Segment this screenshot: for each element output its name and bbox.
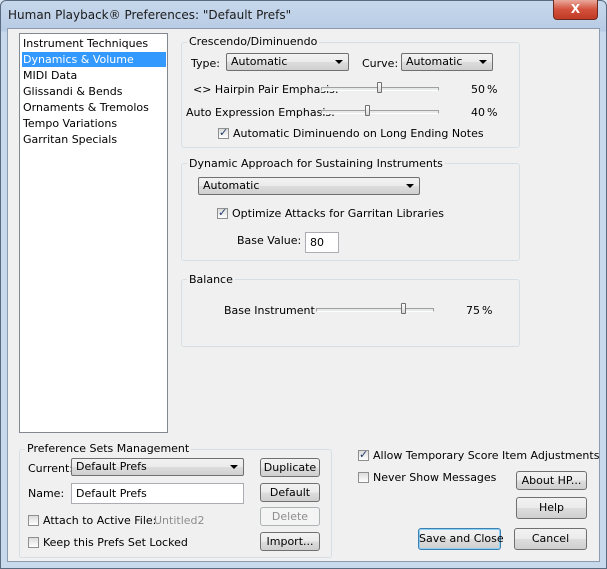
- sustain-group-label: Dynamic Approach for Sustaining Instrume…: [187, 157, 445, 170]
- auto-expression-slider-track: [321, 110, 439, 114]
- duplicate-button[interactable]: Duplicate: [260, 458, 320, 477]
- type-select[interactable]: Automatic: [226, 53, 349, 71]
- delete-button[interactable]: Delete: [260, 507, 320, 526]
- base-instrument-label: Base Instrument: [224, 304, 315, 317]
- auto-expression-value: 40: [471, 106, 485, 119]
- attach-file-label: Attach to Active File:: [43, 514, 157, 527]
- curve-select[interactable]: Automatic: [401, 53, 493, 71]
- base-value-input[interactable]: 80: [305, 232, 339, 253]
- list-item-ornaments-tremolos[interactable]: Ornaments & Tremolos: [22, 100, 166, 115]
- keep-locked-label: Keep this Prefs Set Locked: [43, 536, 188, 549]
- approach-select[interactable]: Automatic: [198, 177, 420, 195]
- auto-expression-unit: %: [487, 106, 498, 119]
- type-select-value: Automatic: [231, 55, 288, 68]
- hairpin-unit: %: [487, 83, 498, 96]
- crescendo-group-label: Crescendo/Diminuendo: [187, 35, 320, 48]
- list-item-midi-data[interactable]: MIDI Data: [22, 68, 166, 83]
- list-item-tempo-variations[interactable]: Tempo Variations: [22, 116, 166, 131]
- list-item-dynamics-volume[interactable]: Dynamics & Volume: [22, 52, 166, 67]
- never-show-messages-checkbox[interactable]: [358, 472, 369, 483]
- base-value-label: Base Value:: [237, 234, 302, 247]
- default-button[interactable]: Default: [260, 483, 320, 502]
- auto-expression-slider-thumb[interactable]: [365, 105, 371, 116]
- hairpin-label: <> Hairpin Pair Emphasis:: [193, 83, 339, 96]
- close-button[interactable]: X: [553, 0, 598, 20]
- import-button[interactable]: Import...: [260, 532, 320, 551]
- auto-diminuendo-label: Automatic Diminuendo on Long Ending Note…: [233, 127, 484, 140]
- list-item-garritan-specials[interactable]: Garritan Specials: [22, 132, 166, 147]
- optimize-attacks-label: Optimize Attacks for Garritan Libraries: [232, 207, 444, 220]
- curve-select-value: Automatic: [406, 55, 463, 68]
- chevron-down-icon: [406, 184, 414, 188]
- current-set-value: Default Prefs: [76, 460, 147, 473]
- current-set-select[interactable]: Default Prefs: [71, 458, 244, 476]
- save-and-close-button[interactable]: Save and Close: [418, 528, 504, 550]
- auto-expression-label: Auto Expression Emphasis:: [186, 106, 335, 119]
- allow-temp-adjustments-checkbox[interactable]: [358, 448, 369, 461]
- hairpin-slider-thumb[interactable]: [377, 82, 382, 93]
- base-instrument-slider-thumb[interactable]: [401, 303, 406, 314]
- category-list[interactable]: Instrument Techniques Dynamics & Volume …: [19, 33, 168, 433]
- chevron-down-icon: [230, 465, 238, 469]
- about-hp-button[interactable]: About HP...: [516, 471, 587, 490]
- balance-group-label: Balance: [187, 273, 235, 286]
- curve-label: Curve:: [362, 57, 399, 70]
- current-label: Current:: [28, 462, 74, 475]
- chevron-down-icon: [479, 60, 487, 64]
- base-instrument-unit: %: [482, 304, 493, 317]
- attach-file-name: Untitled2: [154, 514, 205, 527]
- window-title: Human Playback® Preferences: "Default Pr…: [8, 8, 292, 22]
- base-instrument-slider-track: [316, 308, 434, 312]
- cancel-button[interactable]: Cancel: [514, 528, 587, 550]
- type-label: Type:: [191, 57, 220, 70]
- help-button[interactable]: Help: [516, 497, 587, 519]
- never-show-messages-label: Never Show Messages: [373, 471, 497, 484]
- list-item-glissandi-bends[interactable]: Glissandi & Bends: [22, 84, 166, 99]
- hairpin-value: 50: [471, 83, 485, 96]
- allow-temp-adjustments-label: Allow Temporary Score Item Adjustments: [373, 449, 600, 462]
- chevron-down-icon: [335, 60, 343, 64]
- list-item-instrument-techniques[interactable]: Instrument Techniques: [22, 36, 166, 51]
- base-instrument-value: 75: [466, 304, 480, 317]
- approach-select-value: Automatic: [203, 179, 260, 192]
- name-label: Name:: [28, 487, 65, 500]
- auto-diminuendo-checkbox[interactable]: [218, 126, 229, 139]
- attach-file-checkbox[interactable]: [28, 515, 39, 526]
- name-input[interactable]: Default Prefs: [71, 483, 244, 504]
- optimize-attacks-checkbox[interactable]: [217, 206, 228, 219]
- prefsets-group-label: Preference Sets Management: [25, 442, 192, 455]
- keep-locked-checkbox[interactable]: [28, 537, 39, 548]
